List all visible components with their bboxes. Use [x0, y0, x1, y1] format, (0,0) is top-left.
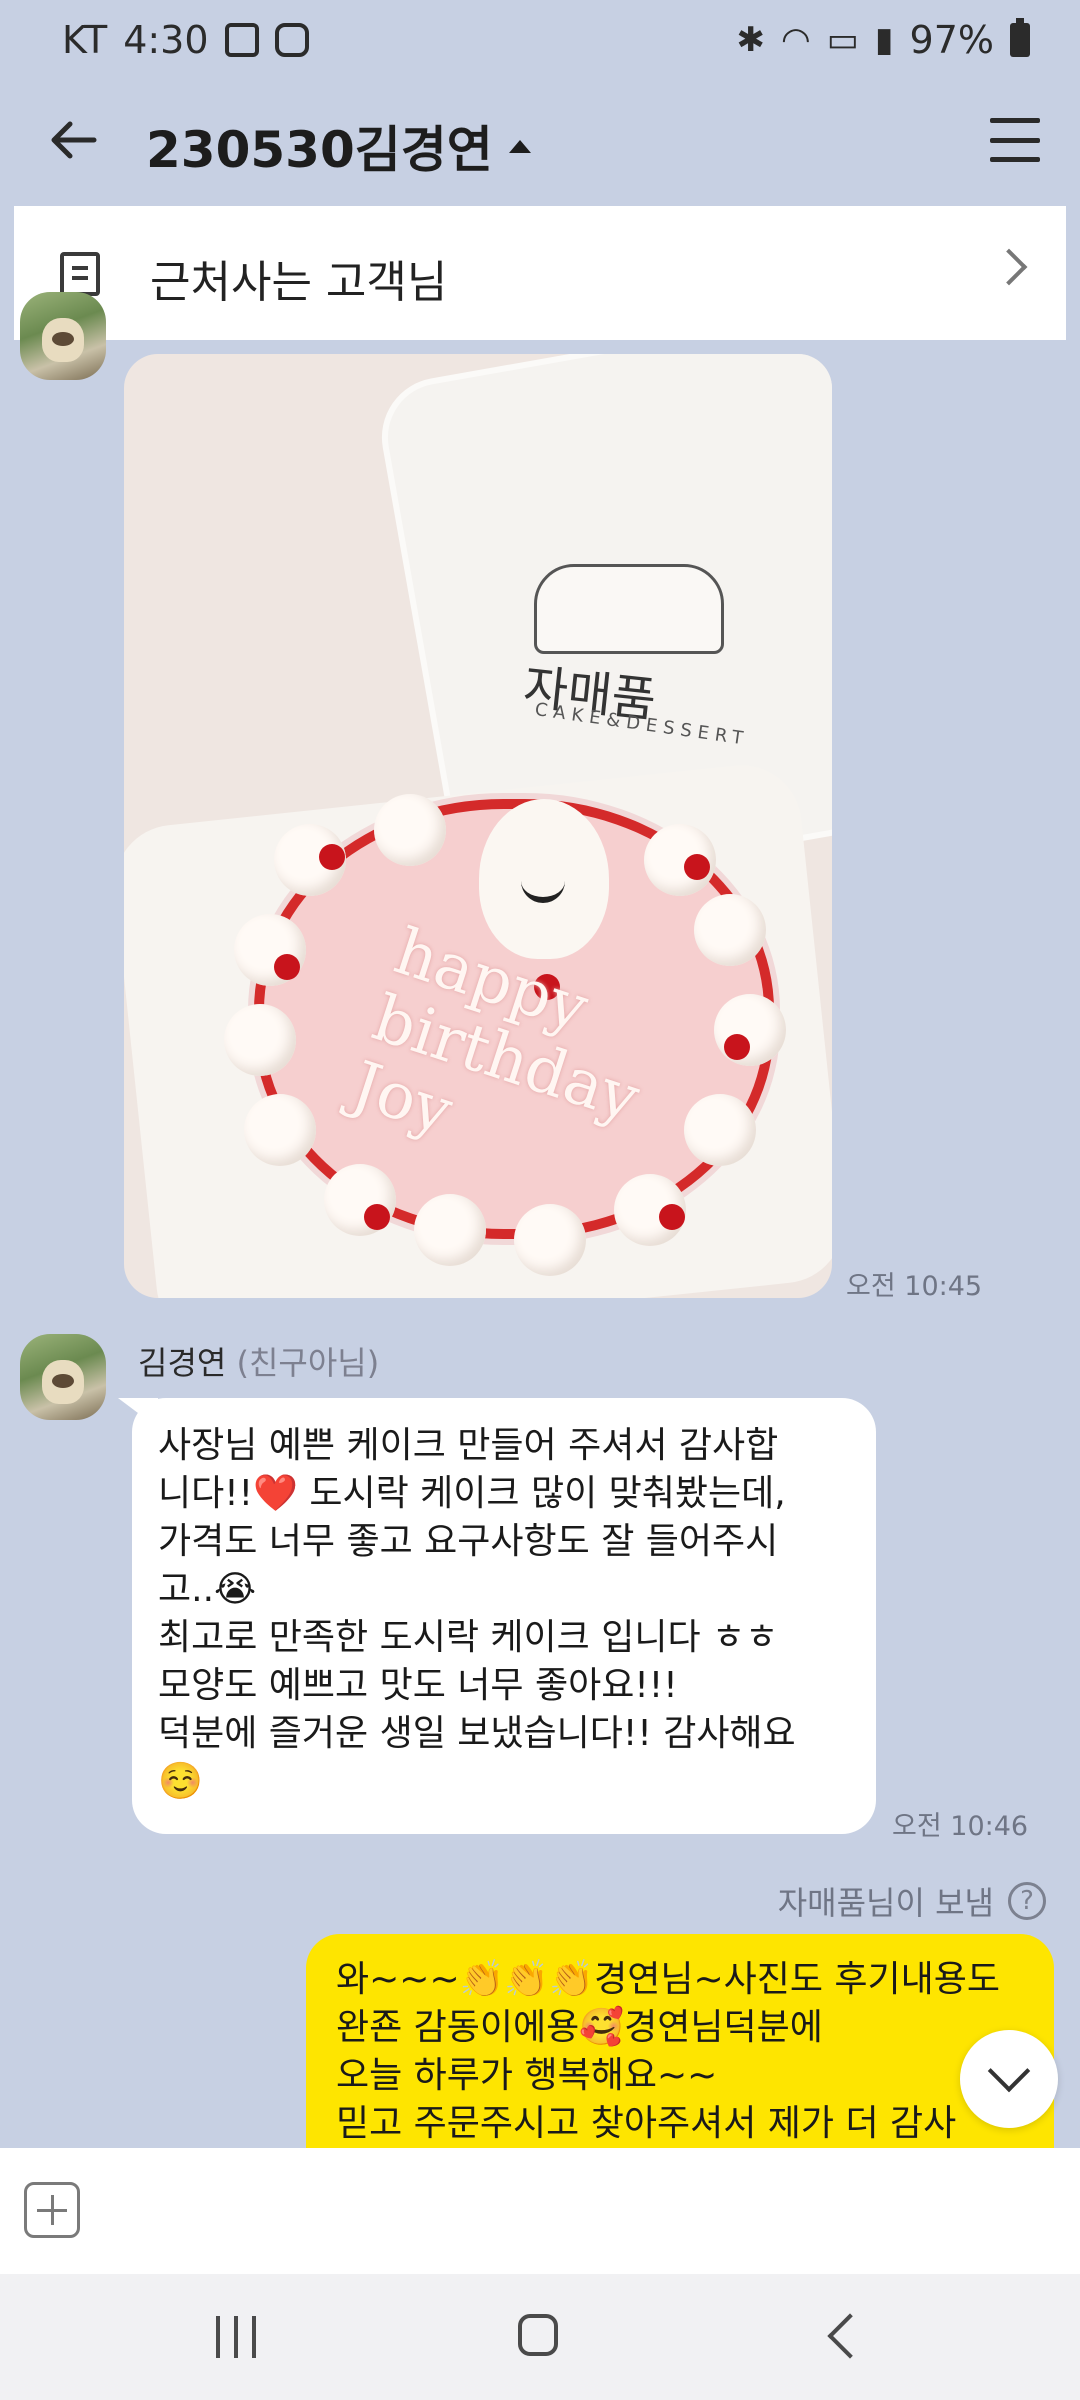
sent-message-bubble[interactable]: 와~~~👏👏👏경연님~사진도 후기내용도 완죤 감동이에용🥰경연님덕분에 오늘 …	[306, 1934, 1054, 2154]
carrier-label: KT	[62, 18, 108, 62]
cherry	[659, 1204, 685, 1230]
cream-dollop	[514, 1204, 586, 1276]
navigation-bar	[0, 2274, 1080, 2400]
cream-dollop	[694, 894, 766, 966]
cherry	[364, 1204, 390, 1230]
notice-banner[interactable]: 근처사는 고객님	[14, 206, 1066, 340]
chat-header: 230530김경연	[0, 80, 1080, 208]
attach-plus-icon[interactable]	[24, 2182, 80, 2238]
clock: 4:30	[123, 18, 209, 62]
scroll-down-button[interactable]	[960, 2030, 1058, 2128]
sent-by-label: 자매품님이 보냄 ?	[778, 1878, 1046, 1924]
sender-status: (친구아님)	[236, 1344, 380, 1382]
cream-dollop	[714, 994, 786, 1066]
menu-line-icon	[990, 157, 1040, 162]
cream-dollop	[684, 1094, 756, 1166]
bunny-decoration	[479, 799, 609, 959]
menu-line-icon	[990, 137, 1040, 143]
chat-title-text: 230530김경연	[146, 121, 493, 179]
cream-dollop	[414, 1194, 486, 1266]
menu-button[interactable]	[990, 118, 1040, 162]
message-input-bar	[0, 2148, 1080, 2274]
gallery-icon	[224, 23, 259, 57]
notice-text: 근처사는 고객님	[150, 257, 448, 308]
message-time: 오전 10:46	[892, 1811, 1029, 1842]
received-message-bubble[interactable]: 사장님 예쁜 케이크 만들어 주셔서 감사합 니다!!❤️ 도시락 케이크 많이…	[132, 1398, 876, 1834]
caret-up-icon	[508, 139, 531, 153]
chat-title[interactable]: 230530김경연	[146, 110, 531, 182]
notice-icon	[60, 252, 100, 296]
avatar[interactable]	[20, 292, 106, 380]
cream-dollop	[224, 1004, 296, 1076]
sent-by-text: 자매품님이 보냄	[777, 1884, 994, 1922]
cherry	[684, 854, 710, 880]
cherry	[724, 1034, 750, 1060]
nav-back-icon[interactable]	[827, 2313, 873, 2359]
battery-icon	[1010, 18, 1030, 57]
chevron-right-icon	[990, 248, 1028, 286]
back-arrow-icon[interactable]	[44, 110, 104, 170]
photo-message[interactable]: 자매품 CAKE&DESSERT happy birthday Joy	[124, 354, 832, 1298]
menu-line-icon	[990, 118, 1040, 123]
wifi-icon: ◠	[781, 20, 811, 60]
bluetooth-icon: ✱	[736, 20, 766, 60]
instagram-icon	[274, 23, 309, 57]
dog-figure	[42, 318, 84, 362]
cream-dollop	[244, 1094, 316, 1166]
dog-figure	[42, 1360, 84, 1404]
message-input[interactable]	[110, 2178, 1040, 2244]
status-bar: KT 4:30 ✱ ◠ ▭ ▮ 97%	[0, 0, 1080, 80]
home-icon[interactable]	[518, 2314, 558, 2356]
help-icon[interactable]: ?	[1008, 1882, 1046, 1920]
sender-name: 김경연	[138, 1344, 227, 1382]
avatar[interactable]	[20, 1334, 106, 1420]
sender-label: 김경연 (친구아님)	[138, 1338, 379, 1384]
cherry	[274, 954, 300, 980]
message-time: 오전 10:45	[846, 1271, 983, 1302]
cherry	[319, 844, 345, 870]
cream-dollop	[374, 794, 446, 866]
logo-illustration	[534, 564, 724, 654]
battery-percent: 97%	[909, 18, 994, 62]
hd-icon: ▭	[826, 20, 859, 60]
signal-icon: ▮	[874, 20, 894, 60]
recent-apps-icon[interactable]	[216, 2316, 256, 2358]
